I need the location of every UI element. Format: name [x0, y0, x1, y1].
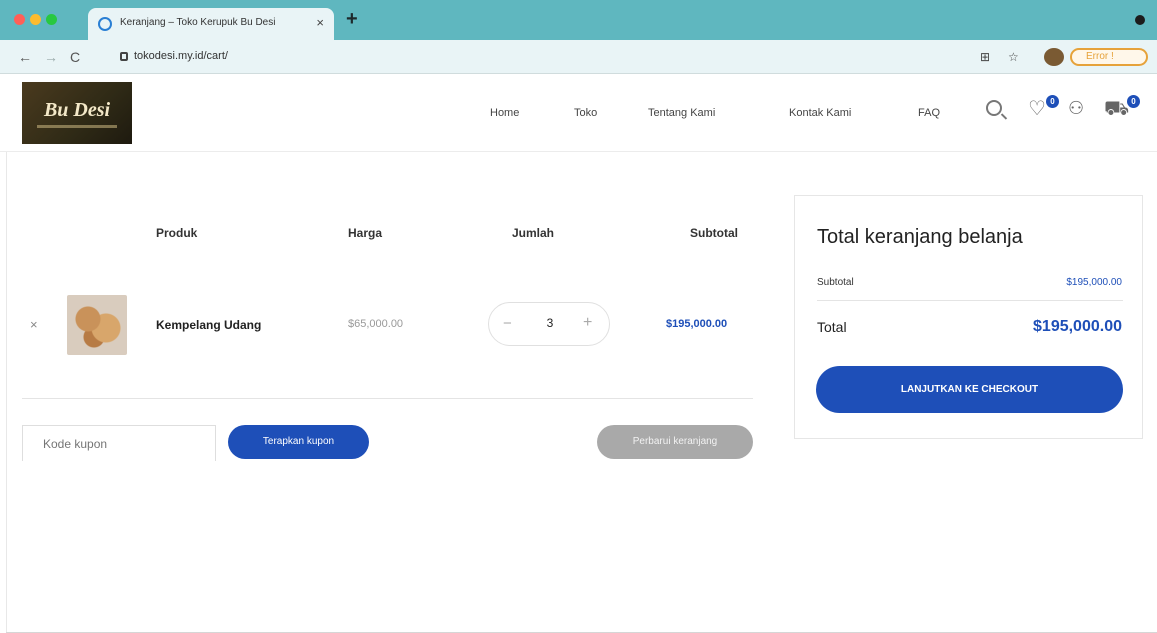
- nav-kontak-kami[interactable]: Kontak Kami: [789, 107, 851, 119]
- apply-coupon-button[interactable]: Terapkan kupon: [228, 425, 369, 459]
- update-cart-button[interactable]: Perbarui keranjang: [597, 425, 753, 459]
- search-icon[interactable]: [986, 100, 1002, 116]
- cart-totals-title: Total keranjang belanja: [817, 226, 1023, 248]
- content-left-edge: [6, 152, 7, 632]
- browser-address-bar: ← → C tokodesi.my.id/cart/ ⊞ ☆ Error !: [0, 40, 1157, 74]
- error-button[interactable]: Error !: [1070, 48, 1148, 66]
- window-maximize-button[interactable]: [46, 14, 57, 25]
- browser-menu-icon[interactable]: [1135, 15, 1145, 25]
- quantity-input[interactable]: 3: [543, 316, 557, 330]
- wishlist-count-badge: 0: [1046, 95, 1059, 108]
- proceed-to-checkout-button[interactable]: LANJUTKAN KE CHECKOUT: [816, 366, 1123, 413]
- window-close-button[interactable]: [14, 14, 25, 25]
- totals-subtotal-value: $195,000.00: [1066, 277, 1122, 288]
- tab-title: Keranjang – Toko Kerupuk Bu Desi: [120, 17, 276, 28]
- cart-icon[interactable]: ⛟: [1104, 98, 1129, 123]
- quantity-increase-button[interactable]: +: [583, 314, 592, 332]
- totals-divider: [817, 300, 1123, 301]
- cart-count-badge: 0: [1127, 95, 1140, 108]
- product-price: $65,000.00: [348, 318, 404, 330]
- product-name-link[interactable]: Kempelang Udang: [156, 318, 261, 332]
- url-text: tokodesi.my.id/cart/: [134, 50, 228, 62]
- browser-tab-active[interactable]: Keranjang – Toko Kerupuk Bu Desi ×: [88, 8, 334, 40]
- window-minimize-button[interactable]: [30, 14, 41, 25]
- nav-toko[interactable]: Toko: [574, 107, 597, 119]
- totals-subtotal-label: Subtotal: [817, 277, 854, 288]
- new-tab-button[interactable]: +: [346, 9, 358, 29]
- nav-home[interactable]: Home: [490, 107, 519, 119]
- row-subtotal: $195,000.00: [666, 318, 728, 330]
- site-header: Bu Desi Home Toko Tentang Kami Kontak Ka…: [0, 74, 1157, 152]
- column-header-price: Harga: [348, 226, 383, 240]
- quantity-decrease-button[interactable]: −: [503, 315, 512, 332]
- product-thumbnail[interactable]: [67, 295, 127, 355]
- totals-total-value: $195,000.00: [1033, 318, 1122, 335]
- column-header-product: Produk: [156, 226, 198, 240]
- quantity-stepper: − 3 +: [488, 302, 610, 346]
- coupon-code-input[interactable]: [22, 425, 216, 461]
- forward-button[interactable]: →: [44, 49, 58, 65]
- logo-text: Bu Desi: [43, 98, 111, 121]
- cart-totals-box: Total keranjang belanja Subtotal $195,00…: [794, 195, 1143, 439]
- remove-item-icon[interactable]: ×: [30, 317, 38, 332]
- nav-tentang-kami[interactable]: Tentang Kami: [648, 107, 715, 119]
- tab-close-icon[interactable]: ×: [316, 15, 324, 30]
- table-divider: [22, 398, 753, 399]
- totals-total-label: Total: [817, 319, 847, 335]
- user-icon[interactable]: ⚇: [1068, 98, 1084, 119]
- column-header-subtotal: Subtotal: [690, 226, 738, 240]
- url-field[interactable]: tokodesi.my.id/cart/: [112, 46, 972, 68]
- lock-icon: [120, 52, 128, 61]
- back-button[interactable]: ←: [18, 49, 32, 65]
- reload-button[interactable]: C: [70, 49, 80, 65]
- browser-tab-bar: Keranjang – Toko Kerupuk Bu Desi × +: [0, 0, 1157, 40]
- nav-faq[interactable]: FAQ: [918, 107, 940, 119]
- site-logo[interactable]: Bu Desi: [22, 82, 132, 144]
- star-icon[interactable]: ☆: [1008, 50, 1019, 64]
- heart-icon[interactable]: ♡: [1028, 96, 1046, 121]
- profile-avatar[interactable]: [1044, 48, 1064, 66]
- translate-icon[interactable]: ⊞: [980, 50, 990, 64]
- logo-underline: [37, 124, 117, 128]
- column-header-quantity: Jumlah: [512, 226, 555, 240]
- wordpress-favicon-icon: [98, 17, 112, 31]
